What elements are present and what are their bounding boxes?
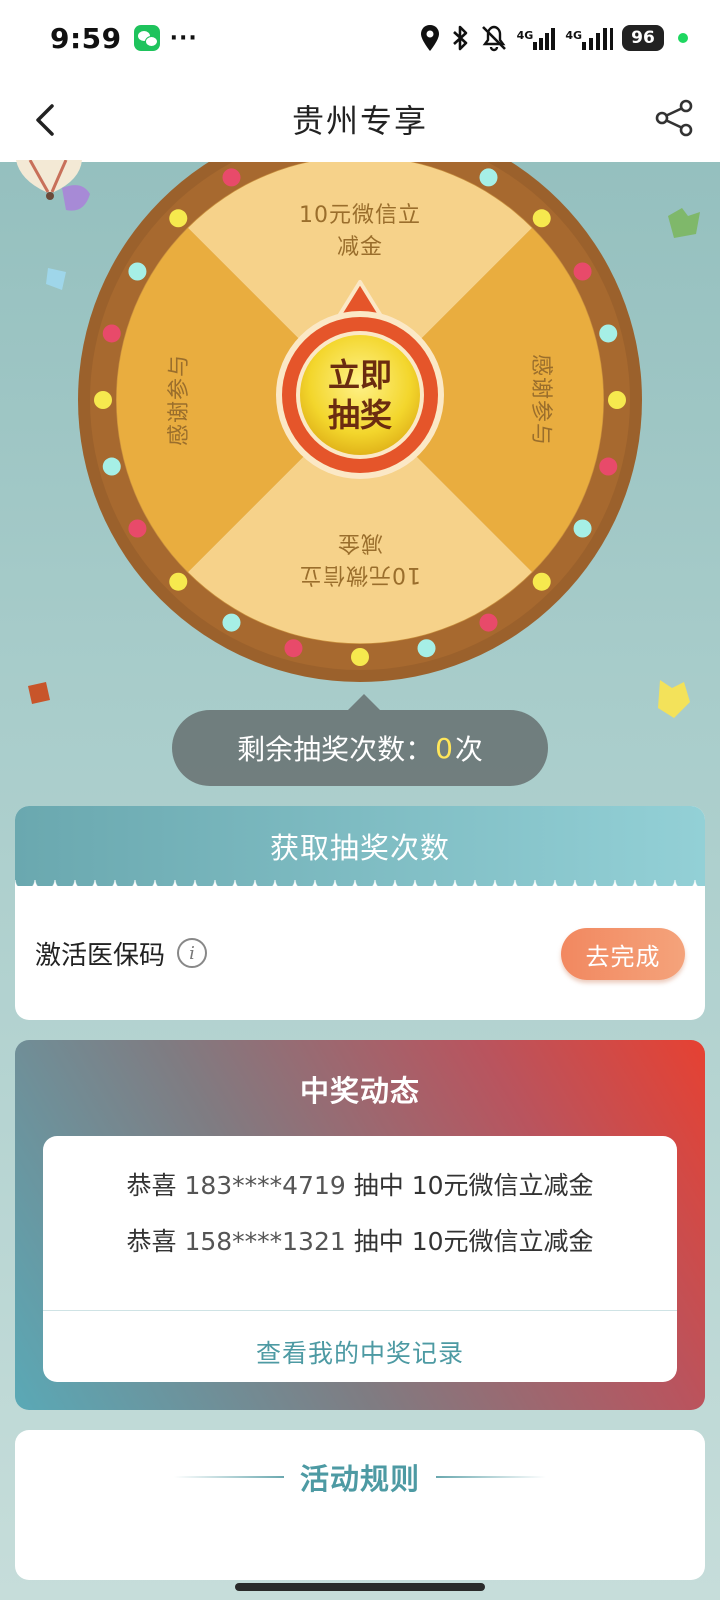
remaining-count: 0 [435, 731, 453, 765]
winners-title: 中奖动态 [299, 1074, 420, 1108]
bluetooth-icon [452, 25, 467, 51]
rim-light [128, 262, 147, 281]
rim-light [102, 457, 121, 476]
go-complete-button[interactable]: 去完成 [561, 928, 685, 980]
chevron-left-icon[interactable] [28, 100, 64, 140]
get-chances-title: 获取抽奖次数 [269, 831, 450, 865]
rim-light [284, 639, 303, 658]
nav-bar: 贵州专享 [0, 76, 720, 162]
get-chances-header: 获取抽奖次数 [15, 806, 705, 894]
rim-light [573, 519, 592, 538]
winners-list: 恭喜 183****4719 抽中 10元微信立减金 恭喜 158****132… [43, 1136, 677, 1382]
rules-card: 活动规则 [15, 1430, 705, 1580]
rim-light [479, 168, 498, 187]
privacy-indicator-dot [678, 33, 688, 43]
rim-light [599, 457, 618, 476]
rim-light [128, 519, 147, 538]
list-item: 恭喜 158****1321 抽中 10元微信立减金 [126, 1227, 594, 1256]
rim-light [102, 324, 121, 343]
signal-icon: 4G [517, 26, 558, 50]
remaining-label: 剩余抽奖次数： [237, 733, 434, 766]
info-icon[interactable]: i [177, 938, 208, 968]
task-row: 激活医保码 i 去完成 [15, 886, 705, 1020]
rim-light [573, 262, 592, 281]
remaining-draws-badge: 剩余抽奖次数： 0 次 [172, 694, 548, 786]
winners-card: 中奖动态 恭喜 183****4719 抽中 10元微信立减金 恭喜 158**… [15, 1040, 705, 1410]
wechat-icon [133, 25, 160, 51]
my-prize-records-link[interactable]: 查看我的中奖记录 [43, 1334, 677, 1370]
rim-light [599, 324, 618, 343]
rim-light [351, 648, 369, 666]
list-item: 恭喜 183****4719 抽中 10元微信立减金 [126, 1171, 594, 1200]
rim-light [94, 391, 112, 409]
task-label: 激活医保码 [35, 940, 166, 971]
wheel-segment-left: 感谢参与 [167, 354, 192, 447]
rim-light [608, 391, 626, 409]
status-time: 9:59 [50, 21, 122, 55]
rules-header: 活动规则 [15, 1456, 705, 1498]
get-chances-card: 获取抽奖次数 激活医保码 i 去完成 [15, 806, 705, 1020]
home-indicator[interactable] [235, 1583, 485, 1591]
mute-icon [481, 25, 506, 52]
rim-light [479, 613, 498, 632]
wheel-segment-top: 10元微信立 减金 [299, 203, 421, 260]
wheel-segment-bottom: 10元微信立 减金 [299, 530, 421, 587]
divider [43, 1310, 677, 1311]
more-notifications-icon: ··· [169, 25, 198, 51]
rim-light [222, 168, 241, 187]
rim-light [222, 613, 241, 632]
lottery-wheel: 10元微信立 减金 感谢参与 10元微信立 减金 感谢参与 立即 抽奖 [0, 162, 720, 702]
signal-icon: 4G [565, 26, 614, 50]
rim-light [417, 639, 436, 658]
rim-light [532, 209, 551, 228]
status-bar: 9:59 ··· 4G 4G 96 [0, 0, 720, 76]
divider [436, 1476, 546, 1478]
remaining-unit: 次 [454, 733, 483, 766]
battery-icon: 96 [622, 25, 664, 51]
rim-light [532, 572, 551, 591]
draw-now-button[interactable]: 立即 抽奖 [300, 335, 420, 455]
share-icon[interactable] [654, 98, 694, 138]
rim-light [169, 572, 188, 591]
page-title: 贵州专享 [291, 102, 428, 140]
rules-title: 活动规则 [299, 1462, 420, 1496]
wheel-segment-right: 感谢参与 [528, 353, 553, 446]
rim-light [169, 209, 188, 228]
location-icon [420, 25, 439, 51]
divider [173, 1476, 284, 1478]
